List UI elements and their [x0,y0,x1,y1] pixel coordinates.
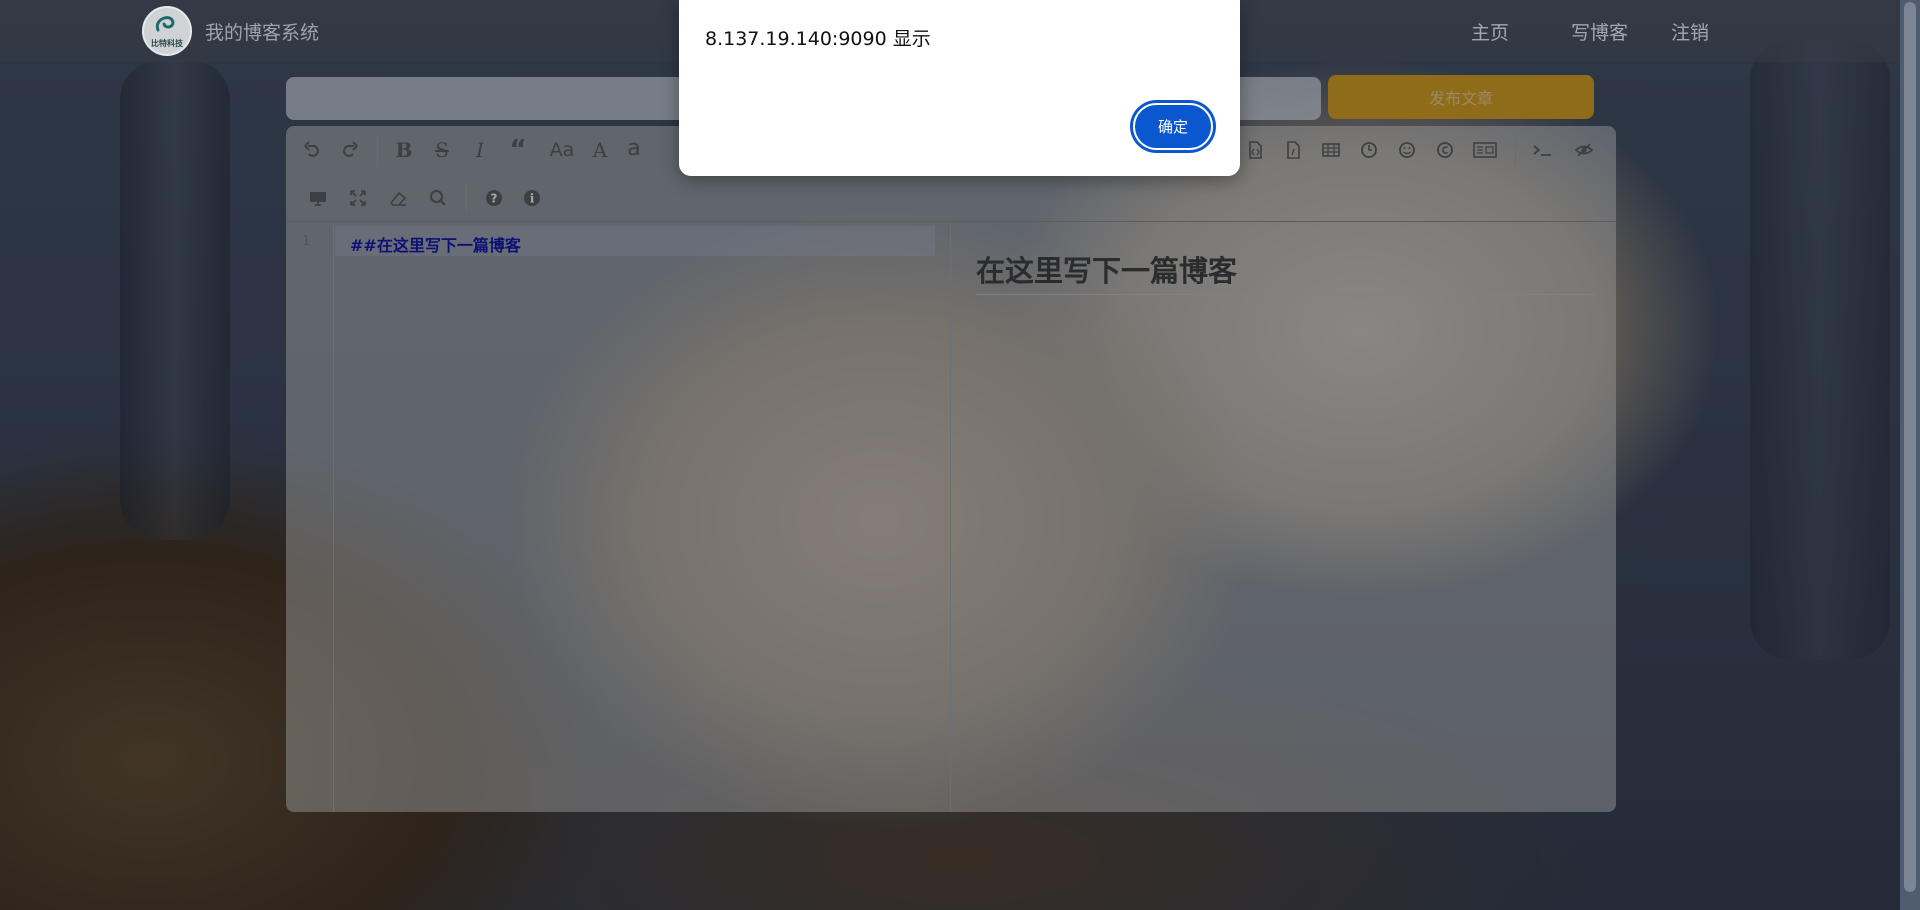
markdown-source-line[interactable]: ##在这里写下一篇博客 [350,232,521,256]
emoji-icon[interactable] [1393,136,1421,164]
pagebreak-icon[interactable] [1469,136,1501,164]
markdown-editor: B S I “ Aa A a ? i 1 ##在这里写下一篇博客 在这里写下一篇… [286,126,1616,812]
toolbar-separator [466,182,467,212]
help-icon[interactable]: ? [480,184,508,212]
site-title: 我的博客系统 [205,22,320,44]
bold-icon[interactable]: B [390,136,418,164]
editor-preview-divider [950,223,951,812]
redo-icon[interactable] [336,136,364,164]
toolbar-separator [1515,136,1516,166]
toolbar-separator [377,136,378,166]
italic-icon[interactable]: I [466,136,494,164]
table-icon[interactable] [1317,136,1345,164]
scrollbar-thumb[interactable] [1904,2,1916,892]
page-scrollbar[interactable] [1900,0,1920,910]
alert-dialog: 8.137.19.140:9090 显示 确定 [679,0,1240,176]
nav-link-home[interactable]: 主页 [1471,18,1509,45]
strikethrough-icon[interactable]: S [428,136,456,164]
undo-icon[interactable] [298,136,326,164]
toggle-preview-icon[interactable] [1570,136,1598,164]
uppercase-icon[interactable]: Aa [544,136,580,164]
capitalize-icon[interactable]: A [586,136,614,164]
site-logo: 比特科技 [142,6,192,56]
alert-message: 8.137.19.140:9090 显示 [705,28,931,50]
search-icon[interactable] [424,184,452,212]
svg-text:?: ? [491,192,498,206]
line-number: 1 [302,234,310,249]
alert-ok-button[interactable]: 确定 [1133,103,1213,150]
html-entities-icon[interactable] [1431,136,1459,164]
code-file-icon[interactable] [1241,136,1269,164]
logo-text: 比特科技 [151,39,183,48]
code-block-icon[interactable] [1279,136,1307,164]
fullscreen-icon[interactable] [344,184,372,212]
quote-icon[interactable]: “ [504,135,532,165]
nav-link-write-blog[interactable]: 写博客 [1571,18,1628,45]
line-number-gutter [286,223,334,812]
nav-link-logout[interactable]: 注销 [1671,18,1709,45]
logo-swirl-icon [155,16,175,32]
terminal-icon[interactable] [1526,136,1560,164]
preview-heading-rule [976,294,1596,295]
lowercase-icon[interactable]: a [620,134,648,162]
preview-heading: 在这里写下一篇博客 [976,254,1238,288]
eraser-icon[interactable] [384,184,412,212]
svg-text:i: i [530,192,535,206]
publish-button[interactable]: 发布文章 [1328,75,1594,119]
datetime-icon[interactable] [1355,136,1383,164]
watch-icon[interactable] [304,184,332,212]
info-icon[interactable]: i [518,184,546,212]
